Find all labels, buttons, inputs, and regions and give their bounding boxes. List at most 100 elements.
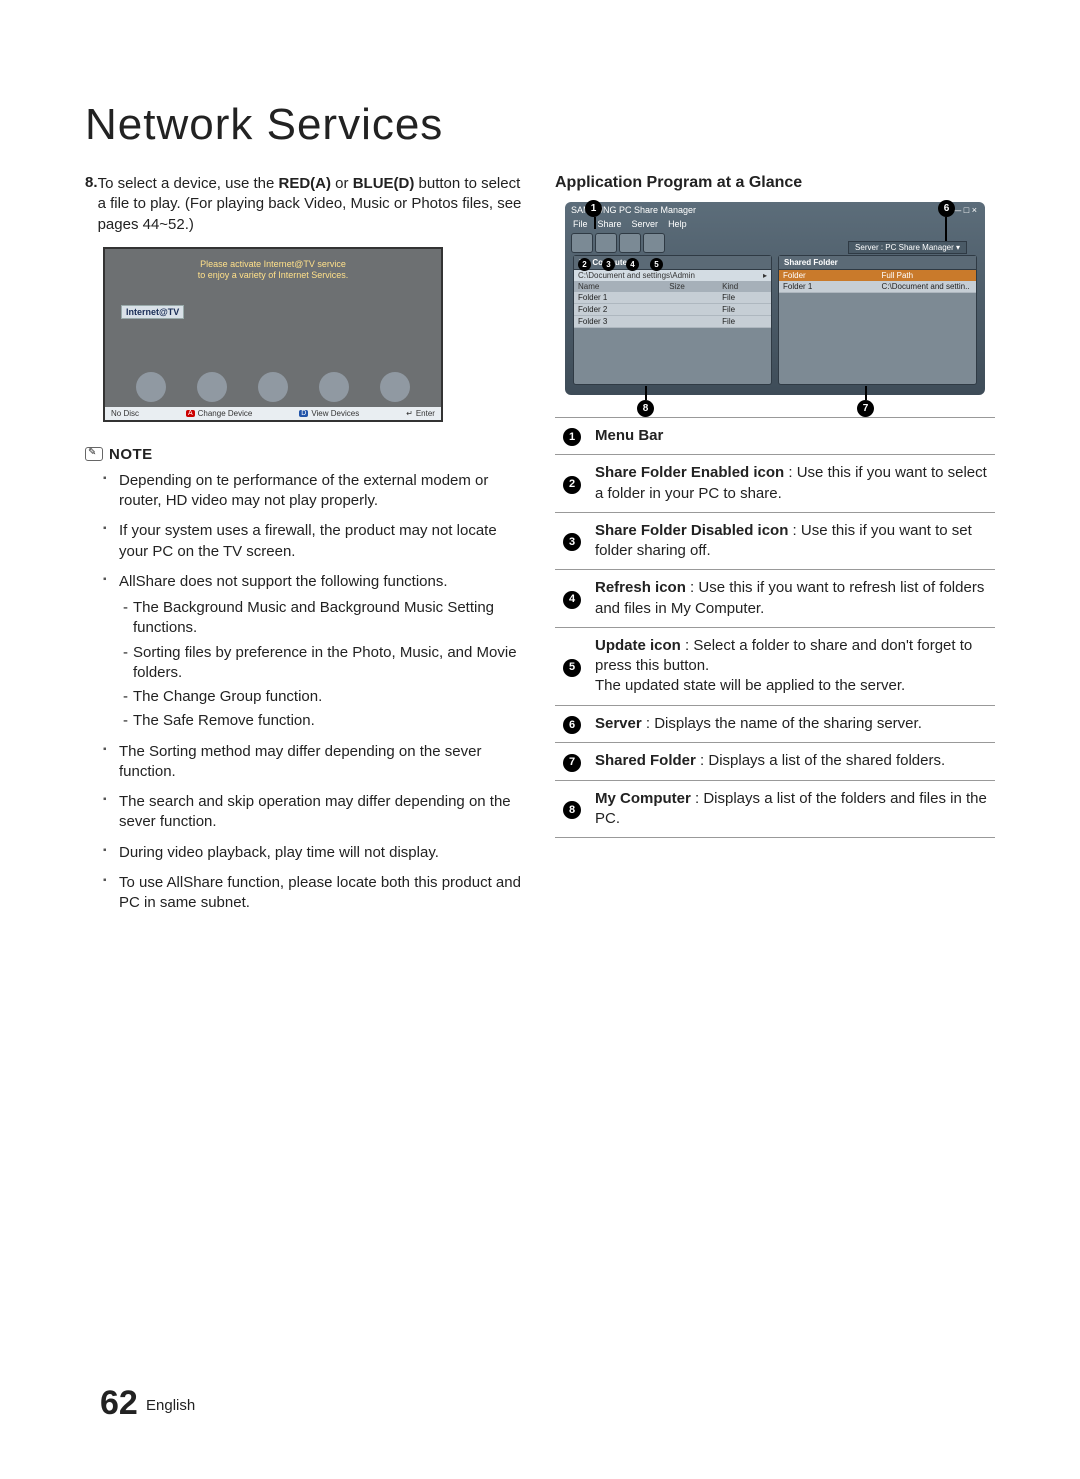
internet-tv-logo: Internet@TV <box>121 305 184 319</box>
share-enable-icon <box>571 233 593 253</box>
app-section-heading: Application Program at a Glance <box>555 174 995 192</box>
callout-line <box>945 217 947 241</box>
shared-folder-panel: Shared Folder Folder Full Path Folder 1C… <box>778 255 977 385</box>
path-go-icon: ▸ <box>759 270 771 281</box>
note-icon <box>85 447 103 461</box>
note-item: The search and skip operation may differ… <box>103 792 525 833</box>
app-figure: 1 6 SAMSUNG PC Share Manager — □ × File … <box>565 202 985 395</box>
cell: Folder 3 <box>574 316 665 327</box>
cell <box>665 316 718 327</box>
internet-tv-screenshot: Please activate Internet@TV service to e… <box>103 247 443 422</box>
step-pre: To select a device, use the <box>98 175 279 192</box>
note-item: To use AllShare function, please locate … <box>103 873 525 914</box>
my-computer-panel: My Computer C:\Document and settings\Adm… <box>573 255 772 385</box>
tv-view-devices: View Devices <box>311 409 359 418</box>
grid-head-right: Folder Full Path <box>779 270 976 281</box>
page-footer: 62 English <box>100 1384 195 1423</box>
window-controls-icon: — □ × <box>952 205 977 215</box>
legend-num: 5 <box>563 659 581 677</box>
note-item: During video playback, play time will no… <box>103 843 525 863</box>
legend-num: 6 <box>563 716 581 734</box>
subnote-item: The Background Music and Background Musi… <box>123 598 525 639</box>
subnote-text: Sorting files by preference in the Photo… <box>133 644 517 681</box>
legend-text: Server : Displays the name of the sharin… <box>589 705 995 742</box>
callout-line <box>645 386 647 400</box>
tv-bottom-bar: No Disc AChange Device DView Devices ↵En… <box>105 407 441 420</box>
subnote-list: The Background Music and Background Musi… <box>119 598 525 732</box>
callout-2: 2 <box>578 258 591 271</box>
subnote-text: The Change Group function. <box>133 688 322 705</box>
note-item: Depending on te performance of the exter… <box>103 471 525 512</box>
cell: Folder 1 <box>574 292 665 303</box>
share-disable-icon <box>595 233 617 253</box>
path-bar: C:\Document and settings\Admin▸ <box>574 270 771 281</box>
app-titlebar: SAMSUNG PC Share Manager — □ × <box>565 202 985 217</box>
note-list: Depending on te performance of the exter… <box>85 471 525 914</box>
tv-banner: Please activate Internet@TV service to e… <box>105 249 441 282</box>
tv-enter: Enter <box>416 409 435 418</box>
grid-row: Folder 1 File <box>574 292 771 304</box>
subnote-item: The Change Group function. <box>123 687 525 707</box>
cell: File <box>718 304 771 315</box>
step-text: To select a device, use the RED(A) or BL… <box>98 174 525 235</box>
cell: File <box>718 292 771 303</box>
note-text: During video playback, play time will no… <box>119 844 439 861</box>
app-menu-bar: File Share Server Help <box>565 217 985 233</box>
cell: File <box>718 316 771 327</box>
legend-text: Shared Folder : Displays a list of the s… <box>589 743 995 780</box>
note-text: Depending on te performance of the exter… <box>119 472 488 509</box>
menu-file: File <box>573 219 588 229</box>
legend-text: Menu Bar <box>589 418 995 455</box>
note-label: NOTE <box>109 446 153 463</box>
note-item: If your system uses a firewall, the prod… <box>103 521 525 562</box>
grid-row: Folder 2 File <box>574 304 771 316</box>
update-icon <box>643 233 665 253</box>
page-title: Network Services <box>85 100 995 150</box>
legend-text: My Computer : Displays a list of the fol… <box>589 780 995 838</box>
menu-server: Server <box>632 219 659 229</box>
legend-text: Update icon : Select a folder to share a… <box>589 627 995 705</box>
grid-row: Folder 3 File <box>574 316 771 328</box>
step-number: 8. <box>85 174 98 235</box>
col-size: Size <box>665 281 718 292</box>
col-kind: Kind <box>718 281 771 292</box>
subnote-text: The Safe Remove function. <box>133 712 315 729</box>
step-bold-red: RED(A) <box>279 175 332 192</box>
note-text: To use AllShare function, please locate … <box>119 874 521 911</box>
subnote-text: The Background Music and Background Musi… <box>133 599 494 636</box>
note-text: If your system uses a firewall, the prod… <box>119 522 497 559</box>
tv-change-device: Change Device <box>198 409 253 418</box>
cell: Folder 2 <box>574 304 665 315</box>
legend-num: 2 <box>563 476 581 494</box>
callout-8: 8 <box>637 400 654 417</box>
callout-7: 7 <box>857 400 874 417</box>
note-item: The Sorting method may differ depending … <box>103 742 525 783</box>
col-folder: Folder <box>779 270 878 281</box>
callout-6: 6 <box>938 200 955 217</box>
app-window: SAMSUNG PC Share Manager — □ × File Shar… <box>565 202 985 395</box>
col-fullpath: Full Path <box>878 270 977 281</box>
note-text: The search and skip operation may differ… <box>119 793 511 830</box>
tv-banner-1: Please activate Internet@TV service <box>105 259 441 271</box>
tv-service-icons <box>105 372 441 402</box>
note-text: AllShare does not support the following … <box>119 573 448 590</box>
legend-text: Share Folder Enabled icon : Use this if … <box>589 455 995 513</box>
callout-5: 5 <box>650 258 663 271</box>
callout-3: 3 <box>602 258 615 271</box>
subnote-item: The Safe Remove function. <box>123 711 525 731</box>
blue-d-button-icon: D <box>299 410 308 417</box>
note-text: The Sorting method may differ depending … <box>119 743 481 780</box>
col-name: Name <box>574 281 665 292</box>
callout-1: 1 <box>585 200 602 217</box>
legend-table: 1Menu Bar 2Share Folder Enabled icon : U… <box>555 417 995 838</box>
enter-icon: ↵ <box>406 409 413 418</box>
path-text: C:\Document and settings\Admin <box>574 270 759 281</box>
tv-nodisc: No Disc <box>111 409 139 418</box>
cell <box>665 304 718 315</box>
legend-num: 8 <box>563 801 581 819</box>
callout-4: 4 <box>626 258 639 271</box>
step-8: 8. To select a device, use the RED(A) or… <box>85 174 525 235</box>
menu-help: Help <box>668 219 687 229</box>
callout-line <box>594 217 596 229</box>
page-language: English <box>146 1397 195 1414</box>
